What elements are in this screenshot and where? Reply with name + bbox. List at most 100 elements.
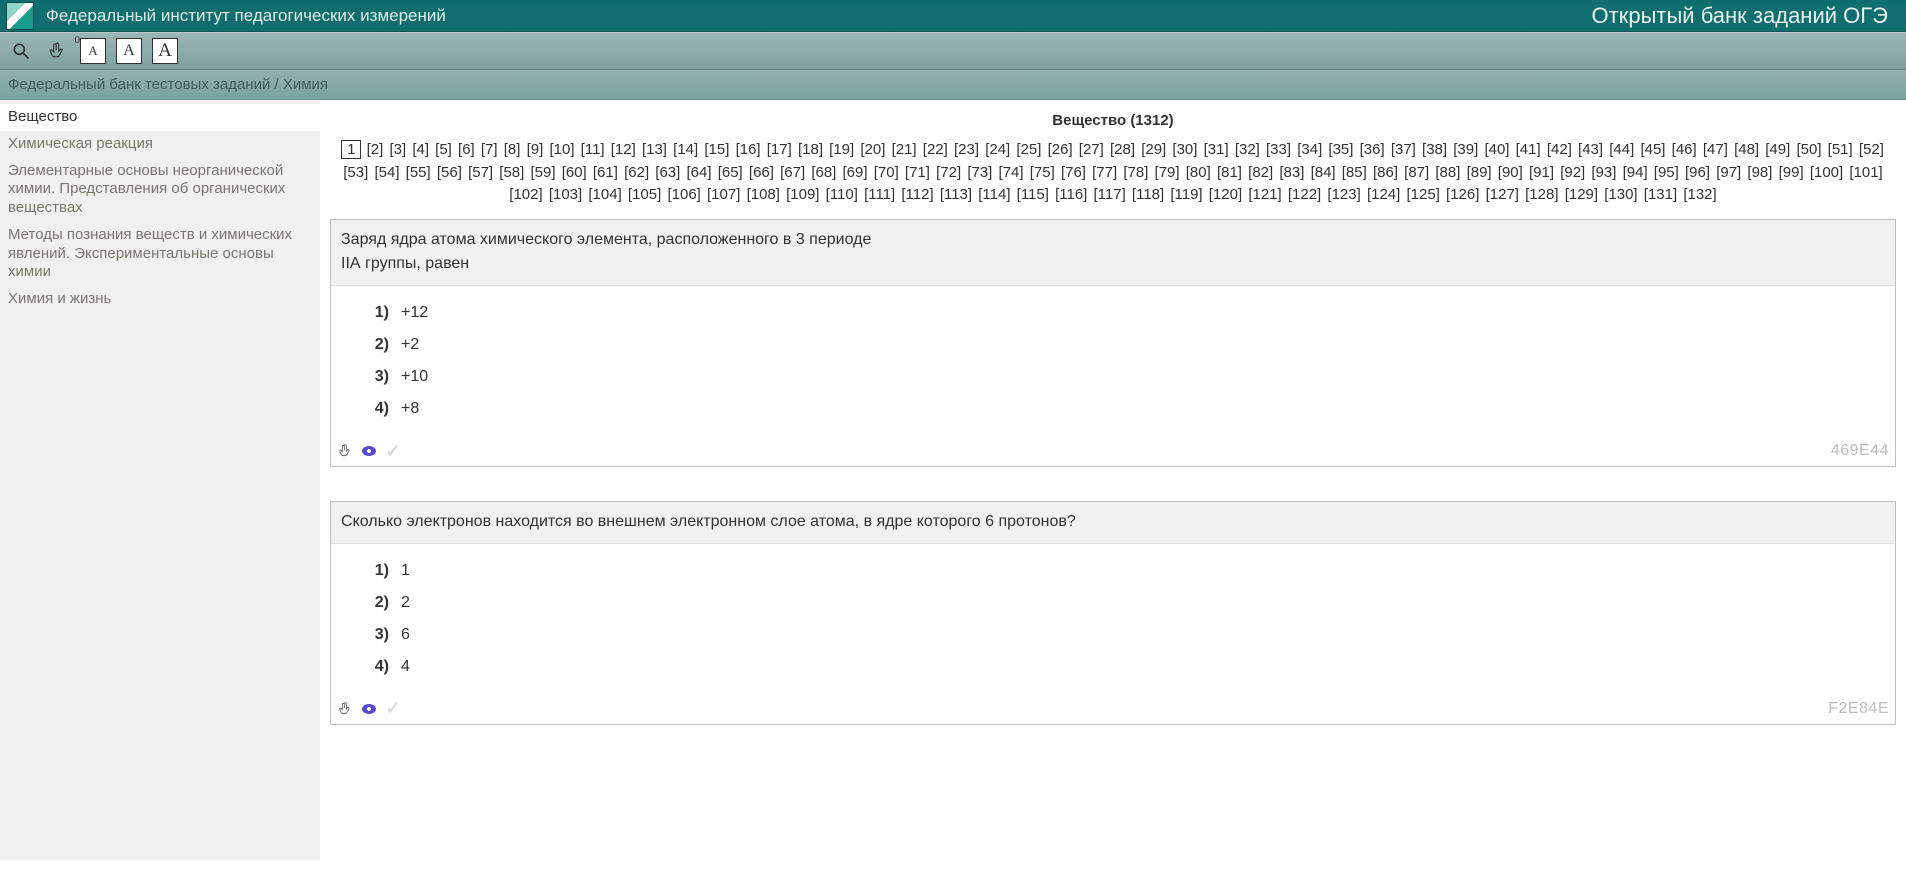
page-link-22[interactable]: [22] [922, 141, 949, 158]
page-link-101[interactable]: [101] [1848, 164, 1883, 181]
page-link-41[interactable]: [41] [1515, 141, 1542, 158]
page-link-5[interactable]: [5] [434, 141, 453, 158]
page-link-86[interactable]: [86] [1372, 164, 1399, 181]
page-link-83[interactable]: [83] [1278, 164, 1305, 181]
page-link-54[interactable]: [54] [373, 164, 400, 181]
answer-row[interactable]: 4)4 [361, 658, 1875, 676]
page-link-47[interactable]: [47] [1702, 141, 1729, 158]
page-link-9[interactable]: [9] [526, 141, 545, 158]
sidebar-item-0[interactable]: Вещество [0, 104, 320, 131]
basket-button[interactable]: 0 [44, 38, 70, 64]
page-link-88[interactable]: [88] [1434, 164, 1461, 181]
page-link-125[interactable]: [125] [1406, 186, 1441, 203]
page-link-128[interactable]: [128] [1524, 186, 1559, 203]
page-link-84[interactable]: [84] [1310, 164, 1337, 181]
view-icon[interactable] [361, 443, 377, 459]
page-link-17[interactable]: [17] [766, 141, 793, 158]
page-link-13[interactable]: [13] [641, 141, 668, 158]
page-link-59[interactable]: [59] [529, 164, 556, 181]
page-link-105[interactable]: [105] [627, 186, 662, 203]
page-link-6[interactable]: [6] [457, 141, 476, 158]
page-link-123[interactable]: [123] [1326, 186, 1361, 203]
page-link-94[interactable]: [94] [1622, 164, 1649, 181]
font-size-small[interactable]: A [80, 38, 106, 64]
page-link-129[interactable]: [129] [1564, 186, 1599, 203]
page-link-102[interactable]: [102] [508, 186, 543, 203]
page-link-20[interactable]: [20] [859, 141, 886, 158]
page-link-68[interactable]: [68] [810, 164, 837, 181]
answer-row[interactable]: 1)1 [361, 562, 1875, 580]
page-link-89[interactable]: [89] [1466, 164, 1493, 181]
page-link-119[interactable]: [119] [1169, 186, 1203, 203]
page-link-99[interactable]: [99] [1778, 164, 1805, 181]
page-link-42[interactable]: [42] [1546, 141, 1573, 158]
page-link-25[interactable]: [25] [1015, 141, 1042, 158]
page-link-117[interactable]: [117] [1093, 186, 1127, 203]
page-link-4[interactable]: [4] [411, 141, 430, 158]
page-link-104[interactable]: [104] [587, 186, 622, 203]
page-link-130[interactable]: [130] [1603, 186, 1638, 203]
answer-row[interactable]: 2)+2 [361, 336, 1875, 354]
page-link-121[interactable]: [121] [1247, 186, 1282, 203]
page-link-91[interactable]: [91] [1528, 164, 1555, 181]
page-link-70[interactable]: [70] [873, 164, 900, 181]
page-link-113[interactable]: [113] [939, 186, 973, 203]
page-link-18[interactable]: [18] [797, 141, 824, 158]
page-link-32[interactable]: [32] [1234, 141, 1261, 158]
page-link-19[interactable]: [19] [828, 141, 855, 158]
page-link-131[interactable]: [131] [1643, 186, 1678, 203]
page-link-74[interactable]: [74] [998, 164, 1025, 181]
page-link-33[interactable]: [33] [1265, 141, 1292, 158]
page-link-1[interactable]: 1 [341, 140, 361, 159]
page-link-55[interactable]: [55] [405, 164, 432, 181]
page-link-58[interactable]: [58] [498, 164, 525, 181]
page-link-77[interactable]: [77] [1091, 164, 1118, 181]
page-link-78[interactable]: [78] [1122, 164, 1149, 181]
page-link-118[interactable]: [118] [1131, 186, 1165, 203]
page-link-11[interactable]: [11] [580, 141, 606, 158]
page-link-85[interactable]: [85] [1341, 164, 1368, 181]
page-link-14[interactable]: [14] [672, 141, 699, 158]
page-link-29[interactable]: [29] [1140, 141, 1167, 158]
page-link-97[interactable]: [97] [1715, 164, 1742, 181]
page-link-15[interactable]: [15] [703, 141, 730, 158]
page-link-62[interactable]: [62] [623, 164, 650, 181]
page-link-44[interactable]: [44] [1608, 141, 1635, 158]
page-link-40[interactable]: [40] [1483, 141, 1510, 158]
page-link-71[interactable]: [71] [904, 164, 931, 181]
page-link-8[interactable]: [8] [503, 141, 522, 158]
page-link-60[interactable]: [60] [561, 164, 588, 181]
page-link-69[interactable]: [69] [842, 164, 869, 181]
page-link-96[interactable]: [96] [1684, 164, 1711, 181]
page-link-111[interactable]: [111] [863, 186, 896, 203]
page-link-24[interactable]: [24] [984, 141, 1011, 158]
page-link-36[interactable]: [36] [1359, 141, 1386, 158]
sidebar-item-4[interactable]: Химия и жизнь [0, 286, 320, 313]
page-link-72[interactable]: [72] [935, 164, 962, 181]
page-link-95[interactable]: [95] [1653, 164, 1680, 181]
page-link-67[interactable]: [67] [779, 164, 806, 181]
page-link-100[interactable]: [100] [1809, 164, 1844, 181]
page-link-80[interactable]: [80] [1185, 164, 1212, 181]
page-link-48[interactable]: [48] [1733, 141, 1760, 158]
page-link-93[interactable]: [93] [1590, 164, 1617, 181]
page-link-7[interactable]: [7] [480, 141, 499, 158]
page-link-57[interactable]: [57] [467, 164, 494, 181]
answer-row[interactable]: 4)+8 [361, 400, 1875, 418]
answer-row[interactable]: 3)+10 [361, 368, 1875, 386]
page-link-52[interactable]: [52] [1858, 141, 1885, 158]
page-link-56[interactable]: [56] [436, 164, 463, 181]
font-size-large[interactable]: A [152, 38, 178, 64]
page-link-120[interactable]: [120] [1208, 186, 1243, 203]
page-link-65[interactable]: [65] [717, 164, 744, 181]
page-link-37[interactable]: [37] [1390, 141, 1417, 158]
page-link-38[interactable]: [38] [1421, 141, 1448, 158]
page-link-46[interactable]: [46] [1671, 141, 1698, 158]
page-link-28[interactable]: [28] [1109, 141, 1136, 158]
page-link-112[interactable]: [112] [900, 186, 934, 203]
page-link-124[interactable]: [124] [1366, 186, 1401, 203]
page-link-45[interactable]: [45] [1639, 141, 1666, 158]
page-link-106[interactable]: [106] [666, 186, 701, 203]
page-link-21[interactable]: [21] [891, 141, 918, 158]
page-link-98[interactable]: [98] [1746, 164, 1773, 181]
